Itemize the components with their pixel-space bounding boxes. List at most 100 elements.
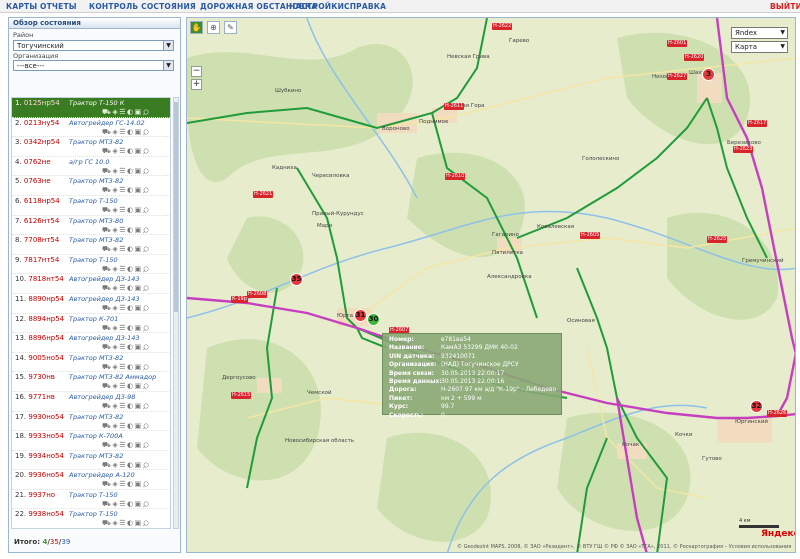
engine-icon[interactable]: ◐ [127, 422, 135, 430]
organization-select[interactable]: ---все--- ▼ [13, 60, 174, 71]
track-icon[interactable]: ⛟ [102, 284, 112, 292]
vehicle-row[interactable]: 8. 7708нт54 Трактор МТЗ-82 ⛟◈☰◐▣⌕ [12, 235, 170, 255]
scrollbar-thumb[interactable] [174, 102, 178, 312]
engine-icon[interactable]: ◐ [127, 324, 135, 332]
vehicle-row[interactable]: 4. 0762не а/гр ГС 10.0 ⛟◈☰◐▣⌕ [12, 157, 170, 177]
engine-icon[interactable]: ◐ [127, 226, 135, 234]
engine-icon[interactable]: ◐ [127, 284, 135, 292]
card-icon[interactable]: ▣ [135, 422, 143, 430]
signal-icon[interactable]: ☰ [119, 363, 127, 371]
vehicle-row[interactable]: 10. 7818нт54 Автогрейдер ДЗ-143 ⛟◈☰◐▣⌕ [12, 274, 170, 294]
map-provider-select[interactable]: Яndex ▼ [731, 27, 788, 39]
vehicle-row[interactable]: 12. 8894нр54 Трактор К-701 ⛟◈☰◐▣⌕ [12, 314, 170, 334]
signal-icon[interactable]: ☰ [119, 304, 127, 312]
search-icon[interactable]: ⌕ [143, 363, 151, 371]
card-icon[interactable]: ▣ [135, 324, 143, 332]
card-icon[interactable]: ▣ [135, 147, 143, 155]
signal-icon[interactable]: ☰ [119, 382, 127, 390]
card-icon[interactable]: ▣ [135, 519, 143, 527]
search-icon[interactable]: ⌕ [143, 265, 151, 273]
vehicle-row[interactable]: 6. 6118нр54 Трактор Т-150 ⛟◈☰◐▣⌕ [12, 196, 170, 216]
card-icon[interactable]: ▣ [135, 461, 143, 469]
search-icon[interactable]: ⌕ [143, 206, 151, 214]
search-icon[interactable]: ⌕ [143, 324, 151, 332]
track-icon[interactable]: ⛟ [102, 343, 112, 351]
track-icon[interactable]: ⛟ [102, 108, 112, 116]
search-icon[interactable]: ⌕ [143, 402, 151, 410]
track-icon[interactable]: ⛟ [102, 186, 112, 194]
vehicle-row[interactable]: 22. 9938но54 Трактор Т-150 ⛟◈☰◐▣⌕ [12, 509, 170, 528]
ruler-tool-icon[interactable]: ✎ [224, 21, 237, 34]
search-icon[interactable]: ⌕ [143, 480, 151, 488]
signal-icon[interactable]: ☰ [119, 128, 127, 136]
search-icon[interactable]: ⌕ [143, 245, 151, 253]
track-icon[interactable]: ⛟ [102, 167, 112, 175]
vehicle-row[interactable]: 14. 9005но54 Трактор МТЗ-82 ⛟◈☰◐▣⌕ [12, 353, 170, 373]
card-icon[interactable]: ▣ [135, 343, 143, 351]
engine-icon[interactable]: ◐ [127, 128, 135, 136]
vehicle-row[interactable]: 11. 8890нр54 Автогрейдер ДЗ-143 ⛟◈☰◐▣⌕ [12, 294, 170, 314]
card-icon[interactable]: ▣ [135, 206, 143, 214]
signal-icon[interactable]: ☰ [119, 147, 127, 155]
card-icon[interactable]: ▣ [135, 284, 143, 292]
search-icon[interactable]: ⌕ [143, 304, 151, 312]
engine-icon[interactable]: ◐ [127, 500, 135, 508]
vehicle-row[interactable]: 9. 7817нт54 Трактор Т-150 ⛟◈☰◐▣⌕ [12, 255, 170, 275]
vehicle-row[interactable]: 18. 9933но54 Трактор К-700А ⛟◈☰◐▣⌕ [12, 431, 170, 451]
track-icon[interactable]: ⛟ [102, 402, 112, 410]
card-icon[interactable]: ▣ [135, 304, 143, 312]
track-icon[interactable]: ⛟ [102, 147, 112, 155]
card-icon[interactable]: ▣ [135, 186, 143, 194]
vehicle-marker[interactable]: 35 [290, 273, 303, 286]
track-icon[interactable]: ⛟ [102, 461, 112, 469]
search-icon[interactable]: ⌕ [143, 128, 151, 136]
vehicle-row[interactable]: 15. 9730нв Трактор МТЗ-82 Аммадор ⛟◈☰◐▣⌕ [12, 372, 170, 392]
track-icon[interactable]: ⛟ [102, 206, 112, 214]
search-icon[interactable]: ⌕ [143, 186, 151, 194]
signal-icon[interactable]: ☰ [119, 343, 127, 351]
signal-icon[interactable]: ☰ [119, 206, 127, 214]
map-view[interactable]: ✋ ⊕ ✎ − + Яndex ▼ Карта ▼ Шубкино Кадниха … [186, 17, 796, 553]
signal-icon[interactable]: ☰ [119, 461, 127, 469]
nav-maps[interactable]: КАРТЫ [6, 2, 37, 11]
signal-icon[interactable]: ☰ [119, 284, 127, 292]
card-icon[interactable]: ▣ [135, 500, 143, 508]
vehicle-row[interactable]: 3. 0342нр54 Трактор МТЗ-82 ⛟◈☰◐▣⌕ [12, 137, 170, 157]
district-select[interactable]: Тогучинский ▼ [13, 40, 174, 51]
vehicle-row[interactable]: 7. 6126нт54 Трактор МТЗ-80 ⛟◈☰◐▣⌕ [12, 216, 170, 236]
track-icon[interactable]: ⛟ [102, 245, 112, 253]
engine-icon[interactable]: ◐ [127, 206, 135, 214]
vehicle-marker-selected[interactable]: 30 [367, 313, 380, 326]
signal-icon[interactable]: ☰ [119, 324, 127, 332]
search-icon[interactable]: ⌕ [143, 519, 151, 527]
search-icon[interactable]: ⌕ [143, 226, 151, 234]
search-icon[interactable]: ⌕ [143, 441, 151, 449]
card-icon[interactable]: ▣ [135, 265, 143, 273]
track-icon[interactable]: ⛟ [102, 480, 112, 488]
search-icon[interactable]: ⌕ [143, 108, 151, 116]
engine-icon[interactable]: ◐ [127, 167, 135, 175]
track-icon[interactable]: ⛟ [102, 226, 112, 234]
engine-icon[interactable]: ◐ [127, 382, 135, 390]
track-icon[interactable]: ⛟ [102, 128, 112, 136]
signal-icon[interactable]: ☰ [119, 441, 127, 449]
search-icon[interactable]: ⌕ [143, 461, 151, 469]
card-icon[interactable]: ▣ [135, 167, 143, 175]
track-icon[interactable]: ⛟ [102, 363, 112, 371]
search-icon[interactable]: ⌕ [143, 422, 151, 430]
signal-icon[interactable]: ☰ [119, 226, 127, 234]
zoom-out-button[interactable]: − [191, 66, 202, 77]
card-icon[interactable]: ▣ [135, 441, 143, 449]
engine-icon[interactable]: ◐ [127, 363, 135, 371]
signal-icon[interactable]: ☰ [119, 186, 127, 194]
nav-settings[interactable]: НАСТРОЙКИ [289, 2, 344, 11]
engine-icon[interactable]: ◐ [127, 304, 135, 312]
vehicle-marker[interactable]: 31 [354, 309, 367, 322]
vehicle-row[interactable]: 1. 0125нр54 Трактор Т-150 К ⛟◈☰◐▣⌕ [12, 98, 170, 118]
card-icon[interactable]: ▣ [135, 402, 143, 410]
card-icon[interactable]: ▣ [135, 363, 143, 371]
engine-icon[interactable]: ◐ [127, 186, 135, 194]
signal-icon[interactable]: ☰ [119, 167, 127, 175]
nav-status-control[interactable]: КОНТРОЛЬ СОСТОЯНИЯ [89, 2, 196, 11]
engine-icon[interactable]: ◐ [127, 343, 135, 351]
